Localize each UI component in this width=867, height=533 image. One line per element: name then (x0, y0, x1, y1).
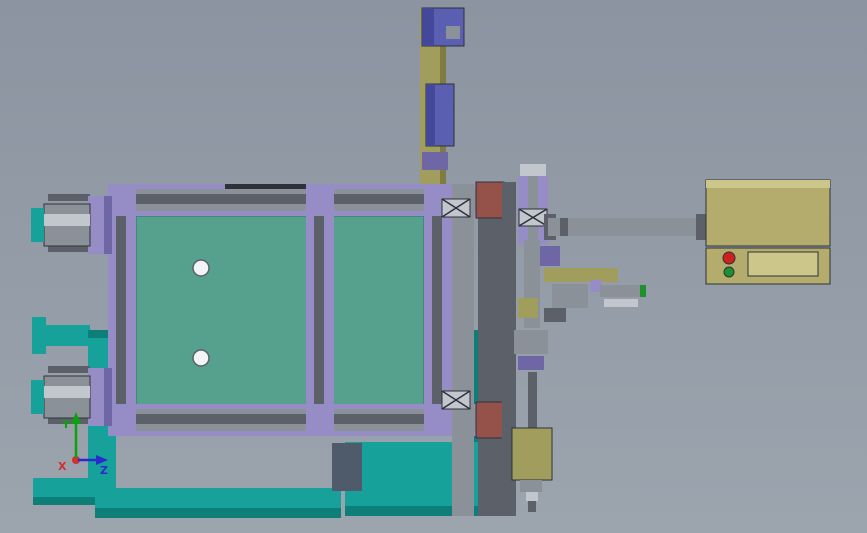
green-indicator (723, 266, 735, 278)
base-arm (38, 325, 90, 346)
y-axis-label: Y (61, 418, 71, 431)
bearing-block-top (441, 198, 471, 218)
control-box (705, 179, 831, 247)
cylinder-end-cap (31, 380, 44, 414)
cad-viewport[interactable]: X Y Z (0, 0, 867, 533)
actuator-rod (548, 218, 706, 236)
cylinder-end-cap (31, 208, 44, 242)
support-post-right (478, 216, 504, 404)
gripper-cylinder (600, 285, 646, 297)
z-axis-label: Z (100, 464, 108, 477)
red-indicator (722, 251, 736, 265)
lower-block (511, 427, 553, 481)
corner-block-top (475, 181, 505, 219)
fixture-plate (135, 215, 425, 411)
panel-inset (747, 251, 819, 277)
plate-hole-lower (192, 349, 210, 367)
corner-block-bottom (475, 401, 505, 439)
tool-plate (544, 268, 618, 282)
bearing-block-slide (518, 208, 548, 227)
support-post-left (452, 184, 474, 516)
x-axis-label: X (58, 460, 67, 473)
guide-rod (528, 372, 537, 428)
model-canvas[interactable]: X Y Z (0, 0, 867, 533)
bearing-block-bottom (441, 390, 471, 410)
base-spacer-block (332, 443, 362, 491)
plate-hole-upper (192, 259, 210, 277)
